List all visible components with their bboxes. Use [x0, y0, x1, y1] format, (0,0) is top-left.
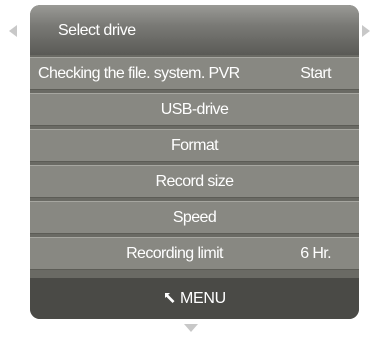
return-icon — [165, 293, 175, 303]
menu-item-label: Speed — [172, 209, 217, 226]
menu-item-speed[interactable]: Speed — [30, 201, 359, 234]
down-arrow-icon[interactable] — [184, 324, 198, 332]
menu-item-label: Format — [170, 137, 219, 154]
menu-item-file-system-check[interactable]: Checking the file. system. PVR Start — [30, 57, 359, 90]
menu-item-value: Start — [300, 65, 331, 82]
screen: Select drive Checking the file. system. … — [0, 0, 377, 337]
menu-item-recording-limit[interactable]: Recording limit 6 Hr. — [30, 237, 359, 270]
menu-item-label: Checking the file. system. PVR — [38, 65, 240, 82]
menu-footer-label: MENU — [180, 290, 226, 307]
menu-header: Select drive — [30, 5, 359, 55]
menu-title: Select drive — [58, 22, 136, 39]
menu-item-usb-drive[interactable]: USB-drive — [30, 93, 359, 126]
right-arrow-icon[interactable] — [362, 25, 370, 37]
menu-item-label: USB-drive — [160, 101, 229, 118]
menu-item-record-size[interactable]: Record size — [30, 165, 359, 198]
menu-footer[interactable]: MENU — [30, 278, 359, 319]
menu-item-value: 6 Hr. — [300, 245, 331, 262]
menu-item-format[interactable]: Format — [30, 129, 359, 162]
menu-panel: Select drive Checking the file. system. … — [30, 5, 359, 319]
menu-item-label: Record size — [155, 173, 234, 190]
left-arrow-icon[interactable] — [9, 25, 17, 37]
